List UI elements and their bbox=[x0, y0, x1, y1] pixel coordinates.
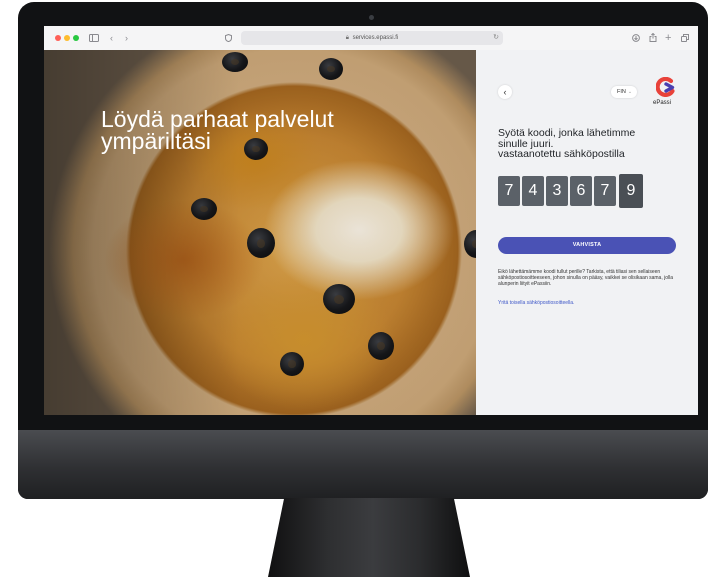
verification-code-input: 7 4 3 6 7 9 bbox=[498, 174, 678, 208]
hero-headline-line1: Löydä parhaat palvelut bbox=[101, 106, 334, 132]
epassi-logo-icon bbox=[655, 76, 676, 97]
language-selector[interactable]: FIN ⌄ bbox=[611, 86, 637, 98]
chevron-left-icon: ‹ bbox=[503, 87, 507, 97]
help-text: Eikö lähettämämme koodi tullut perille? … bbox=[498, 269, 674, 287]
language-label: FIN bbox=[617, 89, 626, 95]
back-button[interactable]: ‹ bbox=[498, 85, 512, 99]
verification-panel: ‹ FIN ⌄ ePassi Syötä koodi, jonka lähetim… bbox=[476, 50, 698, 415]
try-another-email-link[interactable]: Yritä toisella sähköpostiosoitteella. bbox=[498, 300, 574, 306]
screen: ‹ › 🔒︎ services.epassi.fi ↻ + Löydä parh… bbox=[44, 26, 698, 415]
zoom-window-button[interactable] bbox=[73, 35, 79, 41]
share-icon[interactable] bbox=[649, 26, 657, 51]
hero-headline: Löydä parhaat palvelut ympäriltäsi bbox=[101, 106, 401, 154]
lock-icon: 🔒︎ bbox=[345, 35, 349, 41]
epassi-logo-text: ePassi bbox=[653, 100, 672, 106]
hero-headline-line2: ympäriltäsi bbox=[101, 128, 211, 154]
code-digit-5[interactable]: 7 bbox=[594, 176, 616, 206]
sidebar-icon[interactable] bbox=[89, 26, 99, 51]
code-digit-4[interactable]: 6 bbox=[570, 176, 592, 206]
camera-icon bbox=[369, 15, 374, 20]
url-text: services.epassi.fi bbox=[352, 35, 399, 41]
minimize-window-button[interactable] bbox=[64, 35, 70, 41]
code-digit-6[interactable]: 9 bbox=[619, 174, 643, 208]
tabs-icon[interactable] bbox=[681, 26, 689, 51]
privacy-shield-icon[interactable] bbox=[225, 26, 232, 51]
hero-overlay bbox=[44, 50, 476, 415]
code-prompt-line3: vastaanotettu sähköpostilla bbox=[498, 148, 625, 160]
code-digit-2[interactable]: 4 bbox=[522, 176, 544, 206]
browser-toolbar: ‹ › 🔒︎ services.epassi.fi ↻ + bbox=[44, 26, 698, 51]
code-prompt-title: Syötä koodi, jonka lähetimme sinulle juu… bbox=[498, 128, 693, 160]
code-digit-3[interactable]: 3 bbox=[546, 176, 568, 206]
code-prompt-line1: Syötä koodi, jonka lähetimme bbox=[498, 127, 636, 139]
new-tab-icon[interactable]: + bbox=[665, 26, 671, 50]
hero-pizza-image: Löydä parhaat palvelut ympäriltäsi bbox=[44, 50, 476, 415]
confirm-button[interactable]: VAHVISTA bbox=[498, 237, 676, 254]
download-icon[interactable] bbox=[632, 26, 640, 51]
monitor-stand bbox=[268, 498, 470, 577]
reload-icon[interactable]: ↻ bbox=[493, 31, 499, 45]
close-window-button[interactable] bbox=[55, 35, 61, 41]
monitor-chin bbox=[18, 430, 708, 499]
chevron-left-icon[interactable]: ‹ bbox=[110, 26, 113, 50]
chevron-right-icon[interactable]: › bbox=[125, 26, 128, 50]
address-bar[interactable]: 🔒︎ services.epassi.fi ↻ bbox=[241, 31, 503, 45]
code-digit-1[interactable]: 7 bbox=[498, 176, 520, 206]
chevron-down-icon: ⌄ bbox=[627, 89, 633, 95]
